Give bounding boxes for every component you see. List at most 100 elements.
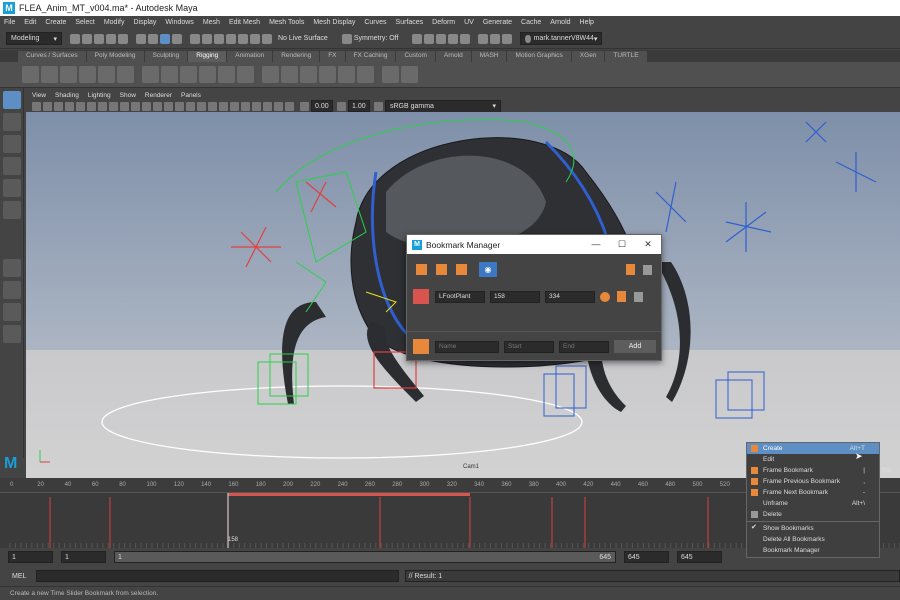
- shelf-tab-arnold[interactable]: Arnold: [435, 51, 471, 62]
- ambient-occlusion-icon[interactable]: [219, 101, 228, 111]
- lights-icon[interactable]: [197, 101, 206, 111]
- panel-menu-shading[interactable]: Shading: [55, 92, 79, 99]
- menu-generate[interactable]: Generate: [483, 19, 512, 26]
- select-hierarchy-icon[interactable]: [136, 33, 146, 44]
- orient-constraint-icon[interactable]: [281, 66, 298, 83]
- command-language-label[interactable]: MEL: [12, 573, 26, 580]
- camera-attributes-icon[interactable]: [43, 101, 52, 111]
- gamma-field[interactable]: 1.00: [348, 100, 370, 112]
- quick-rig-icon[interactable]: [117, 66, 134, 83]
- safe-action-icon[interactable]: [131, 101, 140, 111]
- menu-curves[interactable]: Curves: [364, 19, 386, 26]
- smooth-bind-icon[interactable]: [180, 66, 197, 83]
- ipr-render-icon[interactable]: [424, 33, 435, 44]
- menu-modify[interactable]: Modify: [104, 19, 125, 26]
- menu-arnold[interactable]: Arnold: [550, 19, 570, 26]
- grid-icon[interactable]: [76, 101, 85, 111]
- snap-point-icon[interactable]: [214, 33, 224, 44]
- ground-circle-control[interactable]: [101, 385, 583, 459]
- menu-select[interactable]: Select: [75, 19, 94, 26]
- shelf-tab-rendering[interactable]: Rendering: [273, 51, 320, 62]
- color-management-icon[interactable]: [374, 101, 383, 111]
- bookmark-icon[interactable]: [626, 264, 635, 275]
- locator-icon[interactable]: [382, 66, 399, 83]
- playback-end-field[interactable]: 645: [624, 551, 669, 563]
- menu-surfaces[interactable]: Surfaces: [396, 19, 424, 26]
- menu-uv[interactable]: UV: [464, 19, 474, 26]
- bookmark-end-field[interactable]: 334: [545, 290, 595, 303]
- gate-mask-icon[interactable]: [109, 101, 118, 111]
- open-scene-icon[interactable]: [82, 33, 92, 44]
- trash-icon[interactable]: [634, 291, 643, 302]
- insert-joint-icon[interactable]: [41, 66, 58, 83]
- image-plane-icon[interactable]: [65, 101, 74, 111]
- bookmark-icon[interactable]: [617, 291, 626, 302]
- bookmark-name-field[interactable]: LFootPlant: [435, 290, 485, 303]
- snap-surface-icon[interactable]: [238, 33, 248, 44]
- select-tool-icon[interactable]: [3, 91, 21, 109]
- menu-edit[interactable]: Edit: [24, 19, 36, 26]
- range-slider-bar[interactable]: 1 645: [114, 551, 616, 563]
- bookmark-color-swatch[interactable]: [413, 289, 429, 304]
- joint-tool-icon[interactable]: [22, 66, 39, 83]
- lattice-icon[interactable]: [218, 66, 235, 83]
- shelf-tab-sculpting[interactable]: Sculpting: [144, 51, 188, 62]
- maximize-button[interactable]: ☐: [609, 239, 635, 250]
- rotate-tool-icon[interactable]: [3, 179, 21, 197]
- make-live-icon[interactable]: [262, 33, 272, 44]
- two-view-layout-icon[interactable]: [3, 303, 21, 321]
- panel-menu-show[interactable]: Show: [120, 92, 136, 99]
- new-start-field[interactable]: Start: [504, 340, 554, 353]
- snap-view-icon[interactable]: [226, 33, 236, 44]
- select-component-icon[interactable]: [160, 33, 170, 44]
- paint-weights-icon[interactable]: [161, 66, 178, 83]
- xray-joints-icon[interactable]: [274, 101, 283, 111]
- new-end-field[interactable]: End: [559, 340, 609, 353]
- menu-windows[interactable]: Windows: [165, 19, 193, 26]
- new-scene-icon[interactable]: [70, 33, 80, 44]
- channel-box-icon[interactable]: [490, 33, 501, 44]
- blend-shape-icon[interactable]: [199, 66, 216, 83]
- snap-plane-icon[interactable]: [250, 33, 260, 44]
- attribute-editor-icon[interactable]: [478, 33, 489, 44]
- ik-handle-icon[interactable]: [60, 66, 77, 83]
- panel-menu-panels[interactable]: Panels: [181, 92, 201, 99]
- menu-mesh-tools[interactable]: Mesh Tools: [269, 19, 304, 26]
- menu-set-dropdown[interactable]: Modeling ▾: [6, 32, 62, 45]
- menu-create[interactable]: Create: [45, 19, 66, 26]
- context-item-delete-all-bookmarks[interactable]: Delete All Bookmarks: [747, 534, 879, 545]
- humanik-icon[interactable]: [98, 66, 115, 83]
- shadows-icon[interactable]: [208, 101, 217, 111]
- symmetry-label[interactable]: Symmetry: Off: [354, 35, 399, 42]
- snap-curve-icon[interactable]: [202, 33, 212, 44]
- shelf-tab-fx[interactable]: FX: [320, 51, 345, 62]
- blue-star-controls[interactable]: [655, 121, 877, 252]
- render-view-icon[interactable]: [460, 33, 471, 44]
- user-account-dropdown[interactable]: mark.tannerV8W44 ▾: [520, 32, 603, 45]
- panel-menu-renderer[interactable]: Renderer: [145, 92, 172, 99]
- menu-cache[interactable]: Cache: [521, 19, 541, 26]
- exposure-field[interactable]: 0.00: [311, 100, 333, 112]
- paint-select-icon[interactable]: [3, 135, 21, 153]
- aim-constraint-icon[interactable]: [338, 66, 355, 83]
- menu-mesh-display[interactable]: Mesh Display: [313, 19, 355, 26]
- shelf-tab-rigging[interactable]: Rigging: [188, 51, 227, 62]
- point-constraint-icon[interactable]: [262, 66, 279, 83]
- command-input[interactable]: [36, 570, 399, 582]
- context-item-frame-previous-bookmark[interactable]: Frame Previous Bookmark,: [747, 476, 879, 487]
- shelf-tab-motion-graphics[interactable]: Motion Graphics: [507, 51, 571, 62]
- new-bookmark-color-swatch[interactable]: [413, 339, 429, 354]
- wireframe-icon[interactable]: [153, 101, 162, 111]
- bind-skin-icon[interactable]: [142, 66, 159, 83]
- shelf-tab-poly-modeling[interactable]: Poly Modeling: [86, 51, 144, 62]
- menu-help[interactable]: Help: [580, 19, 594, 26]
- pole-vector-icon[interactable]: [357, 66, 374, 83]
- frame-next-bookmark-icon[interactable]: [456, 264, 467, 275]
- xray-components-icon[interactable]: [285, 101, 294, 111]
- shelf-tab-mash[interactable]: MASH: [471, 51, 507, 62]
- motion-blur-icon[interactable]: [230, 101, 239, 111]
- menu-deform[interactable]: Deform: [432, 19, 455, 26]
- parent-constraint-icon[interactable]: [319, 66, 336, 83]
- curve-control-icon[interactable]: [401, 66, 418, 83]
- playback-start-field[interactable]: 1: [61, 551, 106, 563]
